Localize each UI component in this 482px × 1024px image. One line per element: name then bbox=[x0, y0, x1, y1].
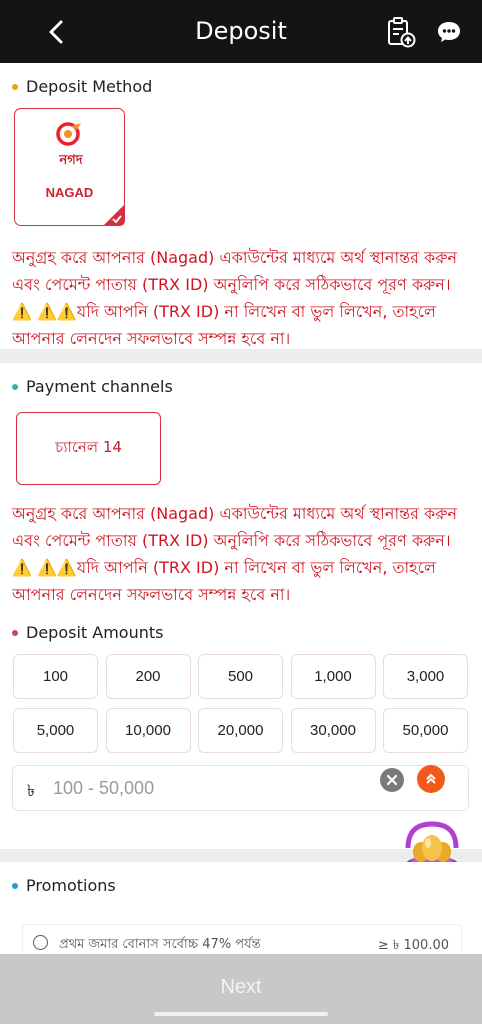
clear-amount-button[interactable] bbox=[380, 768, 404, 792]
payment-channel-notice: অনুগ্রহ করে আপনার (Nagad) একাউন্টের মাধ্… bbox=[12, 504, 458, 604]
amount-option[interactable]: 3,000 bbox=[383, 654, 468, 699]
amount-input[interactable] bbox=[53, 774, 373, 802]
payment-method-name: NAGAD bbox=[45, 185, 94, 200]
home-indicator bbox=[154, 1012, 328, 1016]
heading-dot bbox=[12, 383, 18, 390]
amount-option[interactable]: 50,000 bbox=[383, 708, 468, 753]
next-button[interactable]: Next bbox=[0, 954, 482, 1020]
double-chevron-up-icon bbox=[426, 773, 436, 784]
selected-check-icon bbox=[103, 204, 125, 226]
payment-method-nagad[interactable]: নগদ NAGAD bbox=[14, 108, 125, 226]
amount-option[interactable]: 20,000 bbox=[198, 708, 283, 753]
scroll-top-button[interactable] bbox=[417, 765, 445, 793]
promotions-heading: Promotions bbox=[12, 876, 116, 895]
promotion-radio[interactable] bbox=[33, 935, 48, 950]
deposit-method-heading: Deposit Method bbox=[12, 77, 152, 96]
amount-option[interactable]: 5,000 bbox=[13, 708, 98, 753]
amount-option[interactable]: 1,000 bbox=[290, 654, 376, 699]
amount-option[interactable]: 500 bbox=[198, 654, 283, 699]
payment-channel-14[interactable]: চ্যানেল 14 bbox=[16, 412, 161, 485]
currency-symbol: ৳ bbox=[27, 781, 35, 800]
amount-option[interactable]: 200 bbox=[105, 654, 191, 699]
footer-bar: Next bbox=[0, 954, 482, 1024]
promotion-label: প্রথম জমার বোনাস সর্বোচ্চ 47% পর্যন্ত bbox=[59, 937, 261, 952]
heading-dot bbox=[12, 629, 18, 636]
amount-option[interactable]: 30,000 bbox=[290, 708, 376, 753]
nagad-logo-text: নগদ bbox=[58, 153, 83, 168]
deposit-method-notice: অনুগ্রহ করে আপনার (Nagad) একাউন্টের মাধ্… bbox=[12, 248, 458, 348]
chat-bubble-icon bbox=[438, 22, 460, 42]
heading-dot bbox=[12, 882, 18, 889]
close-icon bbox=[386, 774, 398, 786]
amount-option[interactable]: 100 bbox=[13, 654, 98, 699]
deposit-history-button[interactable] bbox=[384, 15, 418, 49]
top-app-bar: Deposit bbox=[0, 0, 482, 63]
customer-support-button[interactable] bbox=[432, 15, 466, 49]
clipboard-upload-icon bbox=[388, 17, 416, 48]
amount-option[interactable]: 10,000 bbox=[105, 708, 191, 753]
deposit-amounts-heading: Deposit Amounts bbox=[12, 623, 163, 642]
heading-dot bbox=[12, 83, 18, 90]
nagad-logo: নগদ bbox=[51, 120, 91, 173]
payment-channels-heading: Payment channels bbox=[12, 377, 173, 396]
